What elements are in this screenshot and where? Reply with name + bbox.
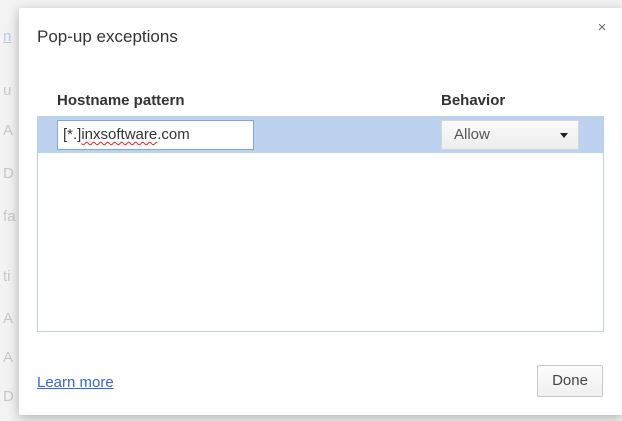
done-button[interactable]: Done [537,365,603,397]
hostname-pattern-input[interactable]: [*.]inxsoftware.com [57,120,254,150]
background-fragment: D [3,165,14,182]
spellcheck-flagged-text: inxsoftware [81,126,158,143]
close-icon[interactable]: × [594,20,610,36]
column-header-behavior: Behavior [441,92,506,109]
behavior-selected-value: Allow [454,126,490,143]
background-fragment: A [3,122,14,139]
column-header-hostname: Hostname pattern [57,92,185,109]
background-fragment: fa [3,208,16,225]
background-fragment: ti [3,268,11,285]
hostname-suffix: .com [157,126,190,143]
background-fragment: A [3,310,14,327]
dialog-title: Pop-up exceptions [37,27,178,46]
background-fragment: A [3,349,14,366]
popup-exceptions-dialog: Pop-up exceptions × Hostname pattern Beh… [19,8,622,415]
behavior-select[interactable]: Allow [441,120,579,150]
chevron-down-icon [560,133,568,138]
exceptions-list: [*.]inxsoftware.com Allow [37,116,604,332]
learn-more-link[interactable]: Learn more [37,374,114,391]
list-item[interactable]: [*.]inxsoftware.com Allow [38,117,603,153]
hostname-prefix: [*.] [63,126,82,143]
background-fragment: u [3,82,12,99]
background-fragment: n [3,28,12,45]
background-fragment: D [3,388,14,405]
